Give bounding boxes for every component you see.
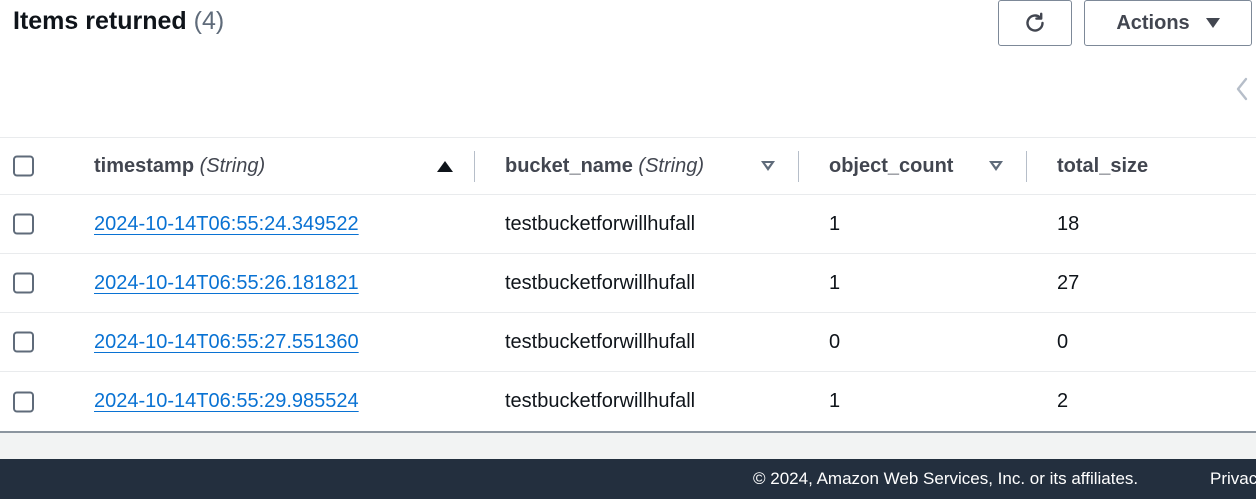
column-name: total_size <box>1057 154 1149 177</box>
object-count-cell: 1 <box>829 390 841 412</box>
table-row: 2024-10-14T06:55:27.551360 testbucketfor… <box>0 313 1256 372</box>
row-checkbox[interactable] <box>13 272 34 294</box>
column-divider[interactable] <box>1026 151 1027 182</box>
select-all-checkbox[interactable] <box>13 155 34 177</box>
refresh-button[interactable] <box>998 0 1072 46</box>
object-count-cell: 0 <box>829 330 841 353</box>
table-row: 2024-10-14T06:55:29.985524 testbucketfor… <box>0 372 1256 431</box>
actions-dropdown-button[interactable]: Actions <box>1084 0 1252 46</box>
column-header-total-size[interactable]: total_size <box>1057 138 1148 194</box>
table-header-row: timestamp (String) bucket_name (String) … <box>0 137 1256 195</box>
total-size-cell: 18 <box>1057 212 1080 235</box>
timestamp-link[interactable]: 2024-10-14T06:55:27.551360 <box>94 331 359 354</box>
column-name: timestamp <box>94 154 195 177</box>
caret-down-icon <box>1205 18 1220 28</box>
pagination-previous-button[interactable] <box>1232 74 1252 104</box>
table-row: 2024-10-14T06:55:26.181821 testbucketfor… <box>0 254 1256 313</box>
chevron-left-icon <box>1236 77 1248 101</box>
table-header: Items returned (4) Actions <box>0 0 1256 137</box>
object-count-cell: 1 <box>829 212 841 235</box>
row-checkbox[interactable] <box>13 213 34 235</box>
total-size-cell: 27 <box>1057 271 1080 294</box>
column-name: bucket_name <box>505 154 633 177</box>
column-header-bucket-name[interactable]: bucket_name (String) <box>505 138 704 194</box>
actions-label: Actions <box>1116 11 1190 34</box>
column-header-object-count[interactable]: object_count <box>829 138 953 194</box>
footer: © 2024, Amazon Web Services, Inc. or its… <box>0 459 1256 499</box>
column-divider[interactable] <box>474 151 475 182</box>
column-divider[interactable] <box>798 151 799 182</box>
page-title: Items returned (4) <box>13 7 224 36</box>
bucket-name-cell: testbucketforwillhufall <box>505 330 696 353</box>
bucket-name-cell: testbucketforwillhufall <box>505 390 696 412</box>
row-checkbox[interactable] <box>13 331 34 353</box>
item-count: (4) <box>193 7 225 35</box>
object-count-cell: 1 <box>829 271 841 294</box>
sort-ascending-icon[interactable] <box>437 138 453 194</box>
table-row: 2024-10-14T06:55:24.349522 testbucketfor… <box>0 195 1256 254</box>
title-text: Items returned <box>13 7 187 35</box>
bucket-name-cell: testbucketforwillhufall <box>505 271 696 294</box>
column-type: (String) <box>638 154 704 177</box>
results-table: timestamp (String) bucket_name (String) … <box>0 137 1256 431</box>
content-background <box>0 433 1256 459</box>
footer-privacy-link[interactable]: Privac <box>1210 459 1256 499</box>
row-checkbox[interactable] <box>13 391 34 412</box>
column-type: (String) <box>199 154 266 177</box>
items-returned-panel: Items returned (4) Actions timestamp (St… <box>0 0 1256 499</box>
column-name: object_count <box>829 154 954 177</box>
sort-icon[interactable] <box>761 138 775 194</box>
column-header-timestamp[interactable]: timestamp (String) <box>94 138 265 194</box>
total-size-cell: 2 <box>1057 390 1069 412</box>
sort-icon[interactable] <box>989 138 1003 194</box>
timestamp-link[interactable]: 2024-10-14T06:55:24.349522 <box>94 213 359 236</box>
footer-copyright: © 2024, Amazon Web Services, Inc. or its… <box>753 469 1139 488</box>
total-size-cell: 0 <box>1057 330 1069 353</box>
refresh-icon <box>1026 12 1044 32</box>
timestamp-link[interactable]: 2024-10-14T06:55:26.181821 <box>94 272 359 295</box>
timestamp-link[interactable]: 2024-10-14T06:55:29.985524 <box>94 390 359 413</box>
bucket-name-cell: testbucketforwillhufall <box>505 212 696 235</box>
